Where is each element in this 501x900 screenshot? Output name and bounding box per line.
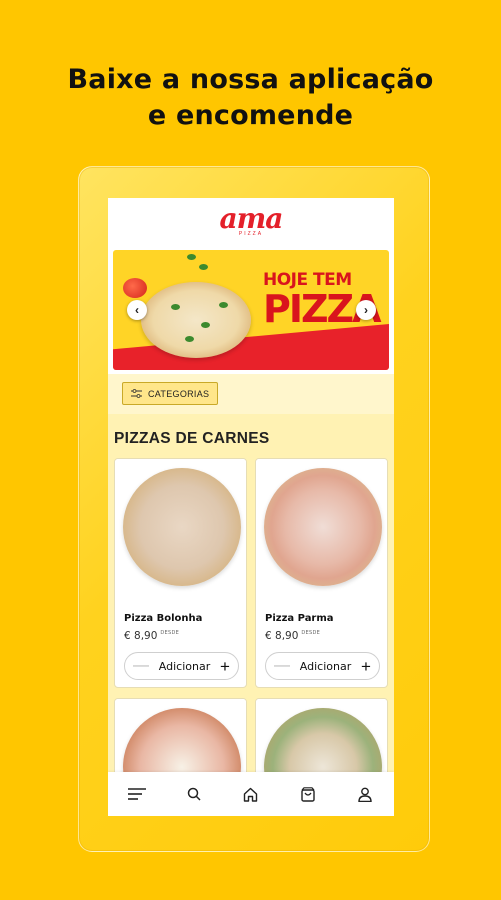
banner-pizza-image <box>141 282 251 358</box>
bottom-navigation <box>108 772 394 816</box>
filter-icon <box>131 389 142 398</box>
banner-prev-button[interactable]: ‹ <box>127 300 147 320</box>
product-image <box>115 459 246 595</box>
plus-icon[interactable]: + <box>220 658 230 675</box>
home-icon[interactable] <box>236 779 266 809</box>
promo-banner[interactable]: HOJE TEM PIZZA ‹ › <box>113 250 389 370</box>
product-card[interactable]: Pizza Parma € 8,90 DESDE — Adicionar + <box>255 458 388 688</box>
price-value: € 8,90 <box>124 630 158 642</box>
price-value: € 8,90 <box>265 630 299 642</box>
product-section: PIZZAS DE CARNES Pizza Bolonha € 8,90 DES… <box>108 414 394 816</box>
add-label[interactable]: Adicionar <box>159 660 210 673</box>
plus-icon[interactable]: + <box>361 658 371 675</box>
categories-label: CATEGORIAS <box>148 388 210 399</box>
basil-leaf-icon <box>199 264 208 270</box>
product-price: € 8,90 DESDE <box>265 630 320 642</box>
add-label[interactable]: Adicionar <box>300 660 351 673</box>
price-note: DESDE <box>301 630 321 636</box>
search-icon[interactable] <box>179 779 209 809</box>
brand-logo-subtitle: PIZZA <box>238 230 264 237</box>
product-card[interactable]: Pizza Bolonha € 8,90 DESDE — Adicionar + <box>114 458 247 688</box>
add-to-cart-stepper[interactable]: — Adicionar + <box>265 652 380 680</box>
categories-button[interactable]: CATEGORIAS <box>122 382 219 405</box>
tomato-image <box>123 278 147 298</box>
minus-icon[interactable]: — <box>133 658 149 674</box>
add-to-cart-stepper[interactable]: — Adicionar + <box>124 652 239 680</box>
price-note: DESDE <box>160 630 180 636</box>
app-header: ama PIZZA <box>108 198 394 244</box>
basil-leaf-icon <box>187 254 196 260</box>
headline-line-1: Baixe a nossa aplicação <box>67 64 434 95</box>
headline-line-2: e encomende <box>147 100 354 131</box>
menu-icon[interactable] <box>122 779 152 809</box>
minus-icon[interactable]: — <box>274 658 290 674</box>
cart-icon[interactable] <box>293 779 323 809</box>
app-screen: ama PIZZA HOJE TEM PIZZA ‹ › CATEGORIAS … <box>108 198 394 816</box>
product-image <box>256 459 387 595</box>
product-name: Pizza Parma <box>265 613 334 624</box>
filter-toolbar: CATEGORIAS <box>108 374 394 414</box>
user-icon[interactable] <box>350 779 380 809</box>
brand-logo[interactable]: ama <box>220 204 284 232</box>
product-price: € 8,90 DESDE <box>124 630 179 642</box>
product-name: Pizza Bolonha <box>124 613 203 624</box>
chevron-right-icon: › <box>364 303 368 317</box>
section-title: PIZZAS DE CARNES <box>114 430 270 447</box>
chevron-left-icon: ‹ <box>135 303 139 317</box>
banner-next-button[interactable]: › <box>356 300 376 320</box>
promo-headline: Baixe a nossa aplicação e encomende <box>0 62 501 134</box>
